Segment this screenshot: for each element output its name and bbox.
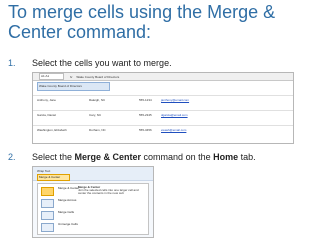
table-cell: Durham, NC xyxy=(89,128,106,132)
step-2-tab: Home xyxy=(213,152,239,162)
row-divider xyxy=(33,125,293,126)
page-title: To merge cells using the Merge & Center … xyxy=(8,2,276,42)
table-cell: 555-3456 xyxy=(139,128,152,132)
merge-center-button[interactable]: Merge & Center xyxy=(37,174,70,181)
dropdown-item-label: Merge & Center xyxy=(58,186,80,190)
table-row: Garcia, Daniel Cary, NC 555-2345 dgarcia… xyxy=(37,113,201,117)
step-1-text: Select the cells you want to merge. xyxy=(32,58,172,68)
table-cell: 555-1234 xyxy=(139,98,152,102)
fx-icon: fx xyxy=(70,74,73,79)
alignment-group: Wrap Text Merge & Center xyxy=(33,167,153,181)
table-cell: Cary, NC xyxy=(89,113,102,117)
spreadsheet-screenshot: A1:A1 fx Wake County Board of Directors … xyxy=(32,72,294,144)
step-2-prefix: Select the xyxy=(32,152,75,162)
table-cell: Anthony, Jane xyxy=(37,98,56,102)
row-divider xyxy=(33,95,293,96)
merged-cell[interactable]: Wake County Board of Directors xyxy=(37,82,110,91)
dropdown-item-label: Merge Cells xyxy=(58,210,75,214)
step-2-command: Merge & Center xyxy=(74,152,142,162)
tooltip: Merge & Center Join the selected cells i… xyxy=(78,185,143,196)
step-1: 1. Select the cells you want to merge. xyxy=(8,58,172,68)
merge-across-icon xyxy=(41,199,54,208)
step-2-middle: command on the xyxy=(141,152,214,162)
step-2-number: 2. xyxy=(8,152,16,162)
table-cell: ewash@email.com xyxy=(161,128,187,132)
table-cell: 555-2345 xyxy=(139,113,152,117)
dropdown-item-label: Unmerge Cells xyxy=(58,222,78,226)
table-row: Washington, Elizabeth Durham, NC 555-345… xyxy=(37,128,201,132)
ribbon-screenshot: Wrap Text Merge & Center Merge & Center … xyxy=(32,166,154,238)
dropdown-item-unmerge-cells[interactable]: Unmerge Cells xyxy=(41,223,78,232)
dropdown-item-merge-across[interactable]: Merge Across xyxy=(41,199,76,208)
unmerge-cells-icon xyxy=(41,223,54,232)
table-row: Anthony, Jane Raleigh, NC 555-1234 janth… xyxy=(37,98,201,102)
dropdown-item-merge-center[interactable]: Merge & Center xyxy=(41,187,79,196)
table-cell: janthony@email.com xyxy=(161,98,190,102)
wrap-text-button[interactable]: Wrap Text xyxy=(37,169,63,173)
merge-cells-icon xyxy=(41,211,54,220)
row-divider xyxy=(33,110,293,111)
dropdown-item-label: Merge Across xyxy=(58,198,77,202)
table-cell: Raleigh, NC xyxy=(89,98,106,102)
tooltip-text: Join the selected cells into one larger … xyxy=(78,188,139,196)
step-2-suffix: tab. xyxy=(238,152,256,162)
step-2: 2. Select the Merge & Center command on t… xyxy=(8,152,256,162)
dropdown-item-merge-cells[interactable]: Merge Cells xyxy=(41,211,74,220)
table-cell: dgarcia@email.com xyxy=(161,113,188,117)
formula-text: Wake County Board of Directors xyxy=(76,74,120,79)
merge-center-icon xyxy=(41,187,54,196)
merge-dropdown: Merge & Center Merge Across Merge Cells … xyxy=(37,183,149,235)
step-1-number: 1. xyxy=(8,58,16,68)
formula-bar: A1:A1 fx Wake County Board of Directors xyxy=(33,73,293,81)
table-cell: Garcia, Daniel xyxy=(37,113,57,117)
table-cell: Washington, Elizabeth xyxy=(37,128,67,132)
name-box[interactable]: A1:A1 xyxy=(39,73,64,80)
